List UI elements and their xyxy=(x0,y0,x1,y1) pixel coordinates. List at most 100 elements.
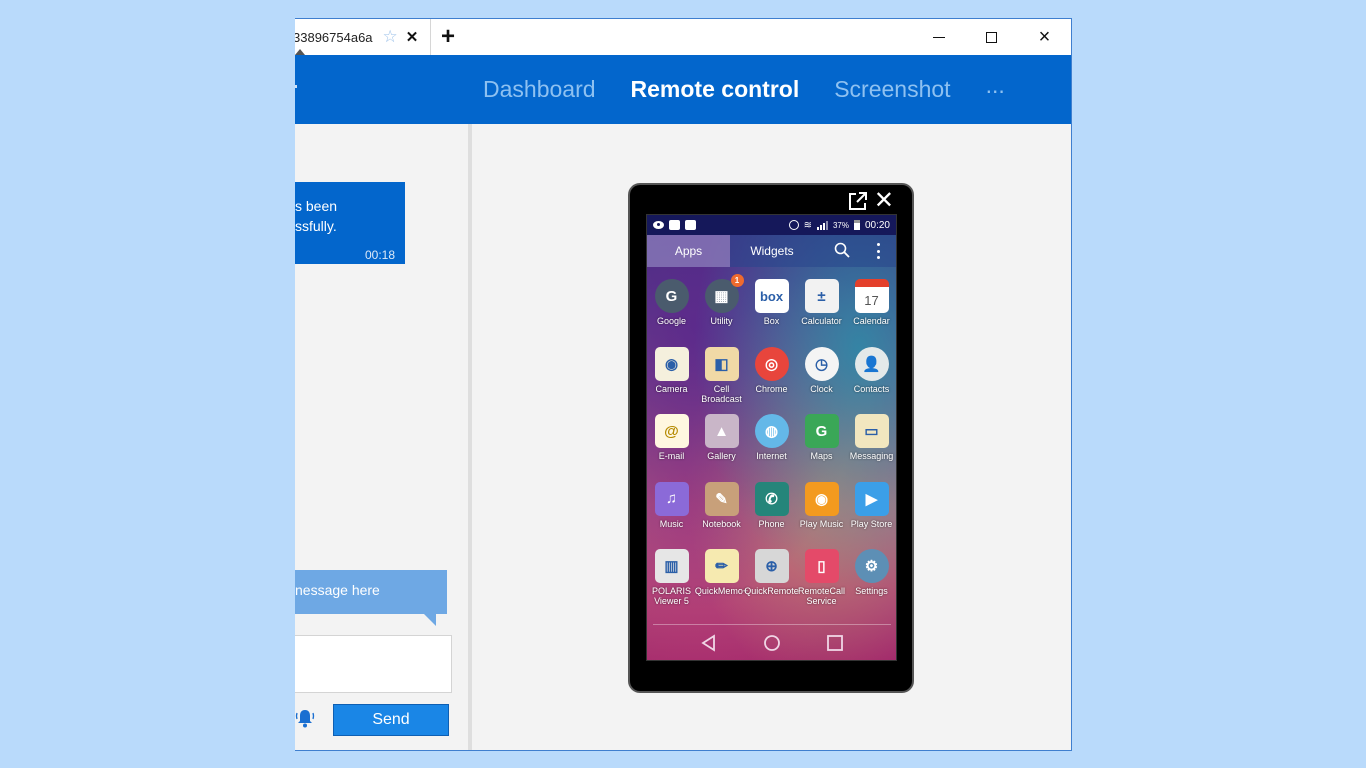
nav-tab-screenshot[interactable]: Screenshot xyxy=(834,76,950,103)
cell-broadcast-icon: ◧ xyxy=(704,346,739,381)
app-phone[interactable]: ✆ Phone xyxy=(747,481,797,550)
app-label: Messaging xyxy=(849,451,894,461)
bell-icon[interactable] xyxy=(295,707,315,729)
new-tab-button[interactable]: + xyxy=(441,23,455,51)
app-remotecall-service[interactable]: ▯ RemoteCall Service xyxy=(797,549,847,617)
app-calculator[interactable]: ± Calculator xyxy=(797,279,847,347)
app-contacts[interactable]: 👤 Contacts xyxy=(847,346,897,415)
utility-icon: ▦ 1 xyxy=(704,274,744,313)
remotecall-service-icon: ▯ xyxy=(804,549,839,583)
app-label: Music xyxy=(659,518,684,529)
chrome-icon: ◎ xyxy=(754,346,789,381)
recents-icon[interactable] xyxy=(826,634,844,652)
minimize-button[interactable] xyxy=(912,19,965,55)
nav-items: Dashboard Remote control Screenshot ... xyxy=(483,55,1005,124)
app-e-mail[interactable]: @ E-mail xyxy=(647,414,697,482)
app-label: E-mail xyxy=(658,451,685,461)
app-google[interactable]: G Google xyxy=(647,279,697,347)
app-label: Contacts xyxy=(853,383,890,394)
chat-hint-bubble: nessage here xyxy=(295,570,447,626)
chat-hint-text: nessage here xyxy=(295,582,380,598)
app-label: Calendar xyxy=(853,316,890,326)
polaris-viewer-5-icon: ▥ xyxy=(654,549,689,583)
app-label: Camera xyxy=(655,383,688,394)
phone-icon: ✆ xyxy=(754,481,789,516)
tab-apps[interactable]: Apps xyxy=(647,235,730,267)
app-camera[interactable]: ◉ Camera xyxy=(647,346,697,415)
chat-message: s been ssfully. 00:18 xyxy=(295,182,405,264)
app-label: Play Store xyxy=(850,518,893,529)
app-drawer-tabs: Apps Widgets xyxy=(647,235,896,267)
browser-tab[interactable]: 33896754a6a ☆ ✕ xyxy=(295,19,431,55)
app-internet[interactable]: ◍ Internet xyxy=(747,414,797,482)
quickmemo-icon: ✏ xyxy=(704,549,739,583)
app-calendar[interactable]: 17 Calendar xyxy=(847,279,897,347)
title-bar: 33896754a6a ☆ ✕ + × xyxy=(295,19,1071,55)
tab-close-icon[interactable]: ✕ xyxy=(406,28,419,46)
google-icon: G xyxy=(654,279,689,313)
hint-tail xyxy=(424,614,436,626)
top-nav: Dashboard Remote control Screenshot ... xyxy=(295,55,1071,124)
gallery-icon: ▲ xyxy=(704,414,739,448)
app-label: Notebook xyxy=(702,518,741,529)
phone-frame: ✕ ≋ 37% 00:20 Apps Widgets G Google ▦ 1 … xyxy=(628,183,914,693)
app-cell-broadcast[interactable]: ◧ Cell Broadcast xyxy=(697,346,747,415)
home-icon[interactable] xyxy=(763,634,781,652)
tab-title: 33896754a6a xyxy=(295,29,373,45)
app-label: Google xyxy=(656,316,687,326)
app-notebook[interactable]: ✎ Notebook xyxy=(697,481,747,550)
camera-icon: ◉ xyxy=(654,346,689,381)
wifi-icon: ≋ xyxy=(803,219,812,231)
nav-more-button[interactable]: ... xyxy=(986,72,1005,99)
battery-icon xyxy=(853,220,860,230)
device-time: 00:20 xyxy=(864,219,890,231)
overflow-menu-icon[interactable] xyxy=(876,243,880,259)
close-button[interactable]: × xyxy=(1018,19,1071,55)
back-icon[interactable] xyxy=(700,633,718,652)
e-mail-icon: @ xyxy=(654,414,689,448)
app-music[interactable]: ♫ Music xyxy=(647,481,697,550)
nav-tab-remote-control[interactable]: Remote control xyxy=(631,76,800,103)
message-input[interactable] xyxy=(295,635,452,693)
quickremote-icon: ⊕ xyxy=(754,549,789,583)
app-quickmemo[interactable]: ✏ QuickMemo+ xyxy=(695,549,748,617)
send-button[interactable]: Send xyxy=(333,704,449,736)
messaging-icon: ▭ xyxy=(854,414,889,448)
nav-collapsed-marker xyxy=(295,85,297,88)
image-icon xyxy=(685,220,696,230)
popout-icon[interactable] xyxy=(848,191,868,211)
phone-close-icon[interactable]: ✕ xyxy=(874,189,894,213)
maximize-icon xyxy=(986,31,997,43)
app-maps[interactable]: G Maps xyxy=(797,414,847,482)
eye-icon xyxy=(653,221,664,229)
app-settings[interactable]: ⚙ Settings xyxy=(847,549,897,617)
search-icon[interactable] xyxy=(834,242,850,258)
app-quickremote[interactable]: ⊕ QuickRemote xyxy=(744,549,799,617)
play-store-icon: ▶ xyxy=(854,481,889,516)
app-play-music[interactable]: ◉ Play Music xyxy=(797,481,847,550)
softkeys xyxy=(647,625,896,660)
app-box[interactable]: box Box xyxy=(747,279,797,347)
app-play-store[interactable]: ▶ Play Store xyxy=(847,481,897,550)
maximize-button[interactable] xyxy=(965,19,1018,55)
tab-widgets[interactable]: Widgets xyxy=(730,235,814,267)
app-clock[interactable]: ◷ Clock xyxy=(797,346,847,415)
app-polaris-viewer-5[interactable]: ▥ POLARIS Viewer 5 xyxy=(647,549,697,617)
settings-icon: ⚙ xyxy=(854,549,889,583)
app-label: QuickRemote xyxy=(744,586,799,596)
nav-tab-dashboard[interactable]: Dashboard xyxy=(483,76,596,103)
app-messaging[interactable]: ▭ Messaging xyxy=(847,414,897,482)
app-label: Settings xyxy=(855,586,888,596)
star-icon[interactable]: ☆ xyxy=(383,27,398,47)
app-chrome[interactable]: ◎ Chrome xyxy=(747,346,797,415)
app-utility[interactable]: ▦ 1 Utility xyxy=(697,274,747,347)
app-label: Cell Broadcast xyxy=(701,383,742,404)
internet-icon: ◍ xyxy=(754,414,789,448)
app-label: Internet xyxy=(756,451,787,461)
app-grid: G Google ▦ 1 Utility box Box ± Calculator 17 Calen… xyxy=(647,274,897,617)
app-label: Maps xyxy=(810,451,833,461)
app-gallery[interactable]: ▲ Gallery xyxy=(697,414,747,482)
device-screen[interactable]: ≋ 37% 00:20 Apps Widgets G Google ▦ 1 Ut… xyxy=(646,214,897,661)
app-label: Chrome xyxy=(755,383,788,394)
battery-percent: 37% xyxy=(832,220,849,230)
